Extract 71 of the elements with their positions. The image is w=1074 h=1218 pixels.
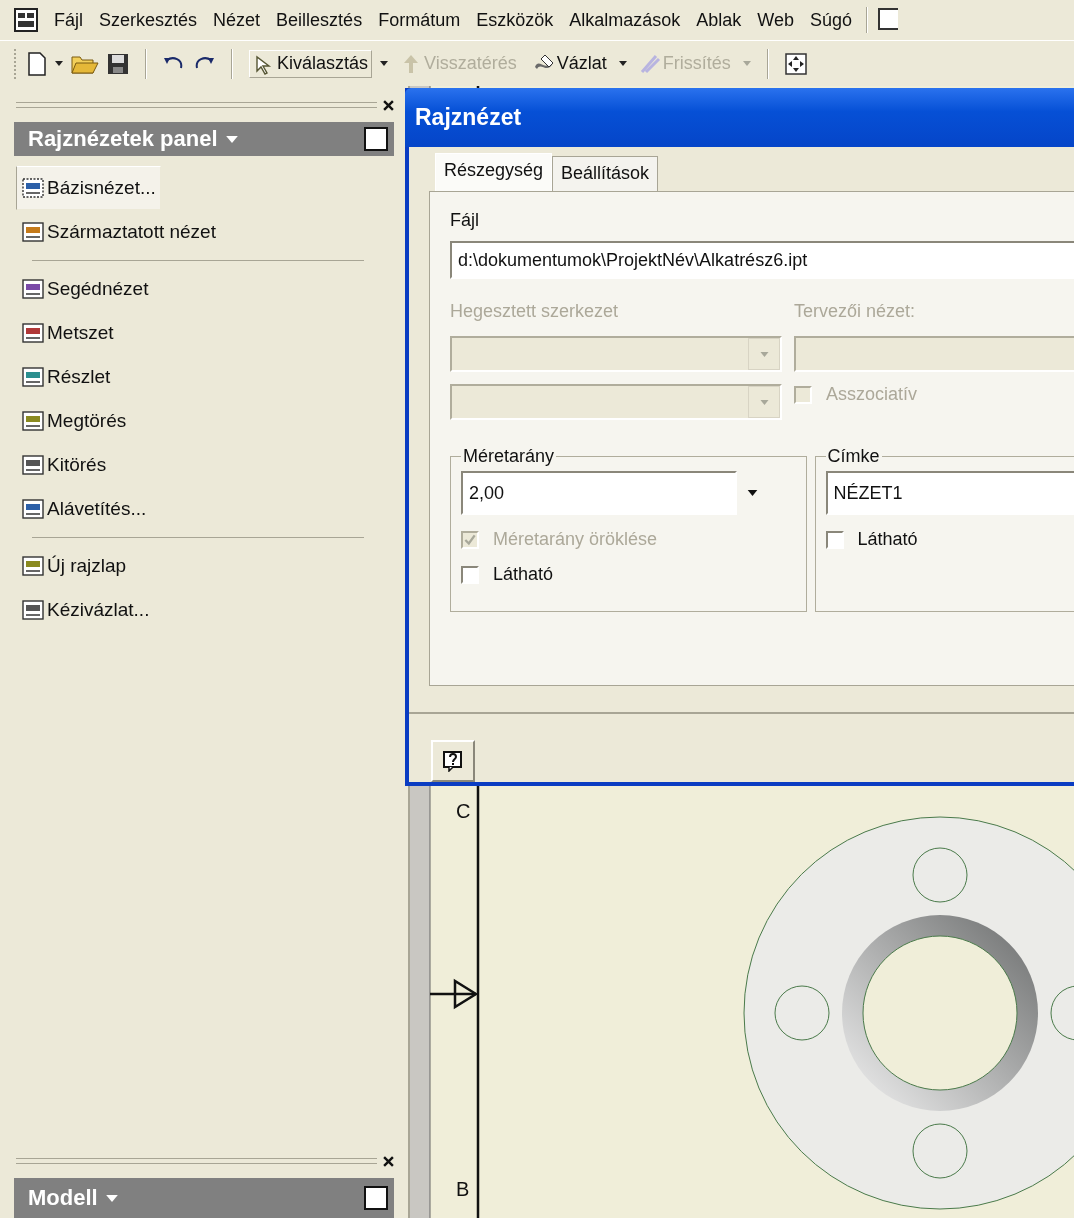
caret-icon[interactable] [618, 61, 627, 66]
zone-label: C [456, 800, 471, 822]
menu-item[interactable]: Eszközök [468, 7, 562, 33]
input-field[interactable] [794, 336, 1074, 372]
panel-item[interactable]: Kitörés [16, 443, 112, 487]
field-label: Tervezői nézet: [794, 301, 917, 322]
menu-item[interactable]: Nézet [205, 7, 269, 33]
caret-icon [105, 1194, 118, 1202]
view-icon [21, 321, 45, 345]
view-icon [21, 453, 45, 477]
window-title: Rajznézet [415, 104, 522, 131]
save-icon[interactable] [107, 52, 129, 75]
scale-field[interactable]: 2,00 [461, 471, 737, 515]
panel-item[interactable]: Részlet [16, 355, 116, 399]
zoom-all-icon[interactable] [784, 52, 807, 75]
menu-item[interactable]: Fájl [46, 7, 91, 33]
caret-icon [759, 399, 769, 405]
caret-icon [225, 135, 238, 143]
checkbox[interactable] [825, 530, 844, 549]
tab[interactable]: Részegység [435, 153, 553, 193]
menu-item[interactable]: Súgó [801, 7, 860, 33]
panel-item[interactable]: Metszet [16, 311, 119, 355]
toolbar-button[interactable]: Kiválasztás [249, 49, 373, 78]
panel-item[interactable]: Bázisnézet... [16, 166, 161, 210]
caret-icon[interactable] [747, 490, 758, 496]
zone-label: B [456, 1178, 470, 1200]
checkbox-label: Méretarány öröklése [493, 529, 658, 550]
menu-item[interactable]: Formátum [370, 7, 469, 33]
field-label: Hegesztett szerkezet [450, 301, 620, 322]
checkbox[interactable] [461, 565, 479, 584]
label-field[interactable]: NÉZET1 [825, 471, 1074, 515]
view-icon [21, 409, 45, 433]
checkbox-label: Látható [857, 529, 918, 550]
new-document-icon[interactable] [27, 51, 47, 76]
panel-item[interactable]: Származtatott nézet [16, 210, 221, 254]
group-title: Méretarány [462, 446, 556, 467]
tab[interactable]: Beállítások [552, 156, 659, 191]
view-icon [21, 220, 45, 244]
close-icon[interactable] [383, 1155, 394, 1167]
menu-item[interactable]: Ablak [688, 7, 750, 33]
panel-item[interactable]: Alávetítés... [16, 487, 152, 531]
caret-icon [759, 351, 769, 357]
input-field[interactable]: d:\dokumentumok\ProjektNév\Alkatrész6.ipt [450, 241, 1074, 279]
view-icon [21, 598, 45, 622]
caret-icon[interactable] [55, 61, 63, 66]
panel-item[interactable]: Megtörés [16, 399, 132, 443]
panel-header[interactable]: Modell [14, 1178, 394, 1218]
panel-item[interactable]: Kézivázlat... [16, 588, 155, 632]
group-title: Címke [826, 446, 881, 467]
menu-item[interactable]: Web [749, 7, 802, 33]
app-icon[interactable] [14, 8, 38, 32]
toolbar-button[interactable]: Vázlat [528, 49, 611, 78]
field-label: Fájl [450, 210, 480, 231]
checkbox-label: Asszociatív [826, 384, 918, 405]
menu-item[interactable]: Alkalmazások [561, 7, 689, 33]
checkbox-label: Látható [493, 564, 554, 585]
help-button[interactable] [431, 740, 475, 782]
panel-header[interactable]: Rajznézetek panel [14, 122, 394, 156]
panel-item[interactable]: Új rajzlap [16, 544, 132, 588]
menu-item[interactable]: Beillesztés [268, 7, 371, 33]
close-icon[interactable] [383, 99, 394, 111]
view-icon [21, 277, 45, 301]
caret-icon[interactable] [380, 61, 389, 66]
panel-item[interactable]: Segédnézet [16, 267, 154, 311]
menu-item[interactable]: Szerkesztés [91, 7, 206, 33]
view-icon [21, 176, 45, 200]
check-icon [463, 532, 477, 547]
view-icon [21, 554, 45, 578]
update-icon [638, 52, 661, 75]
view-icon [21, 497, 45, 521]
view-icon [21, 365, 45, 389]
